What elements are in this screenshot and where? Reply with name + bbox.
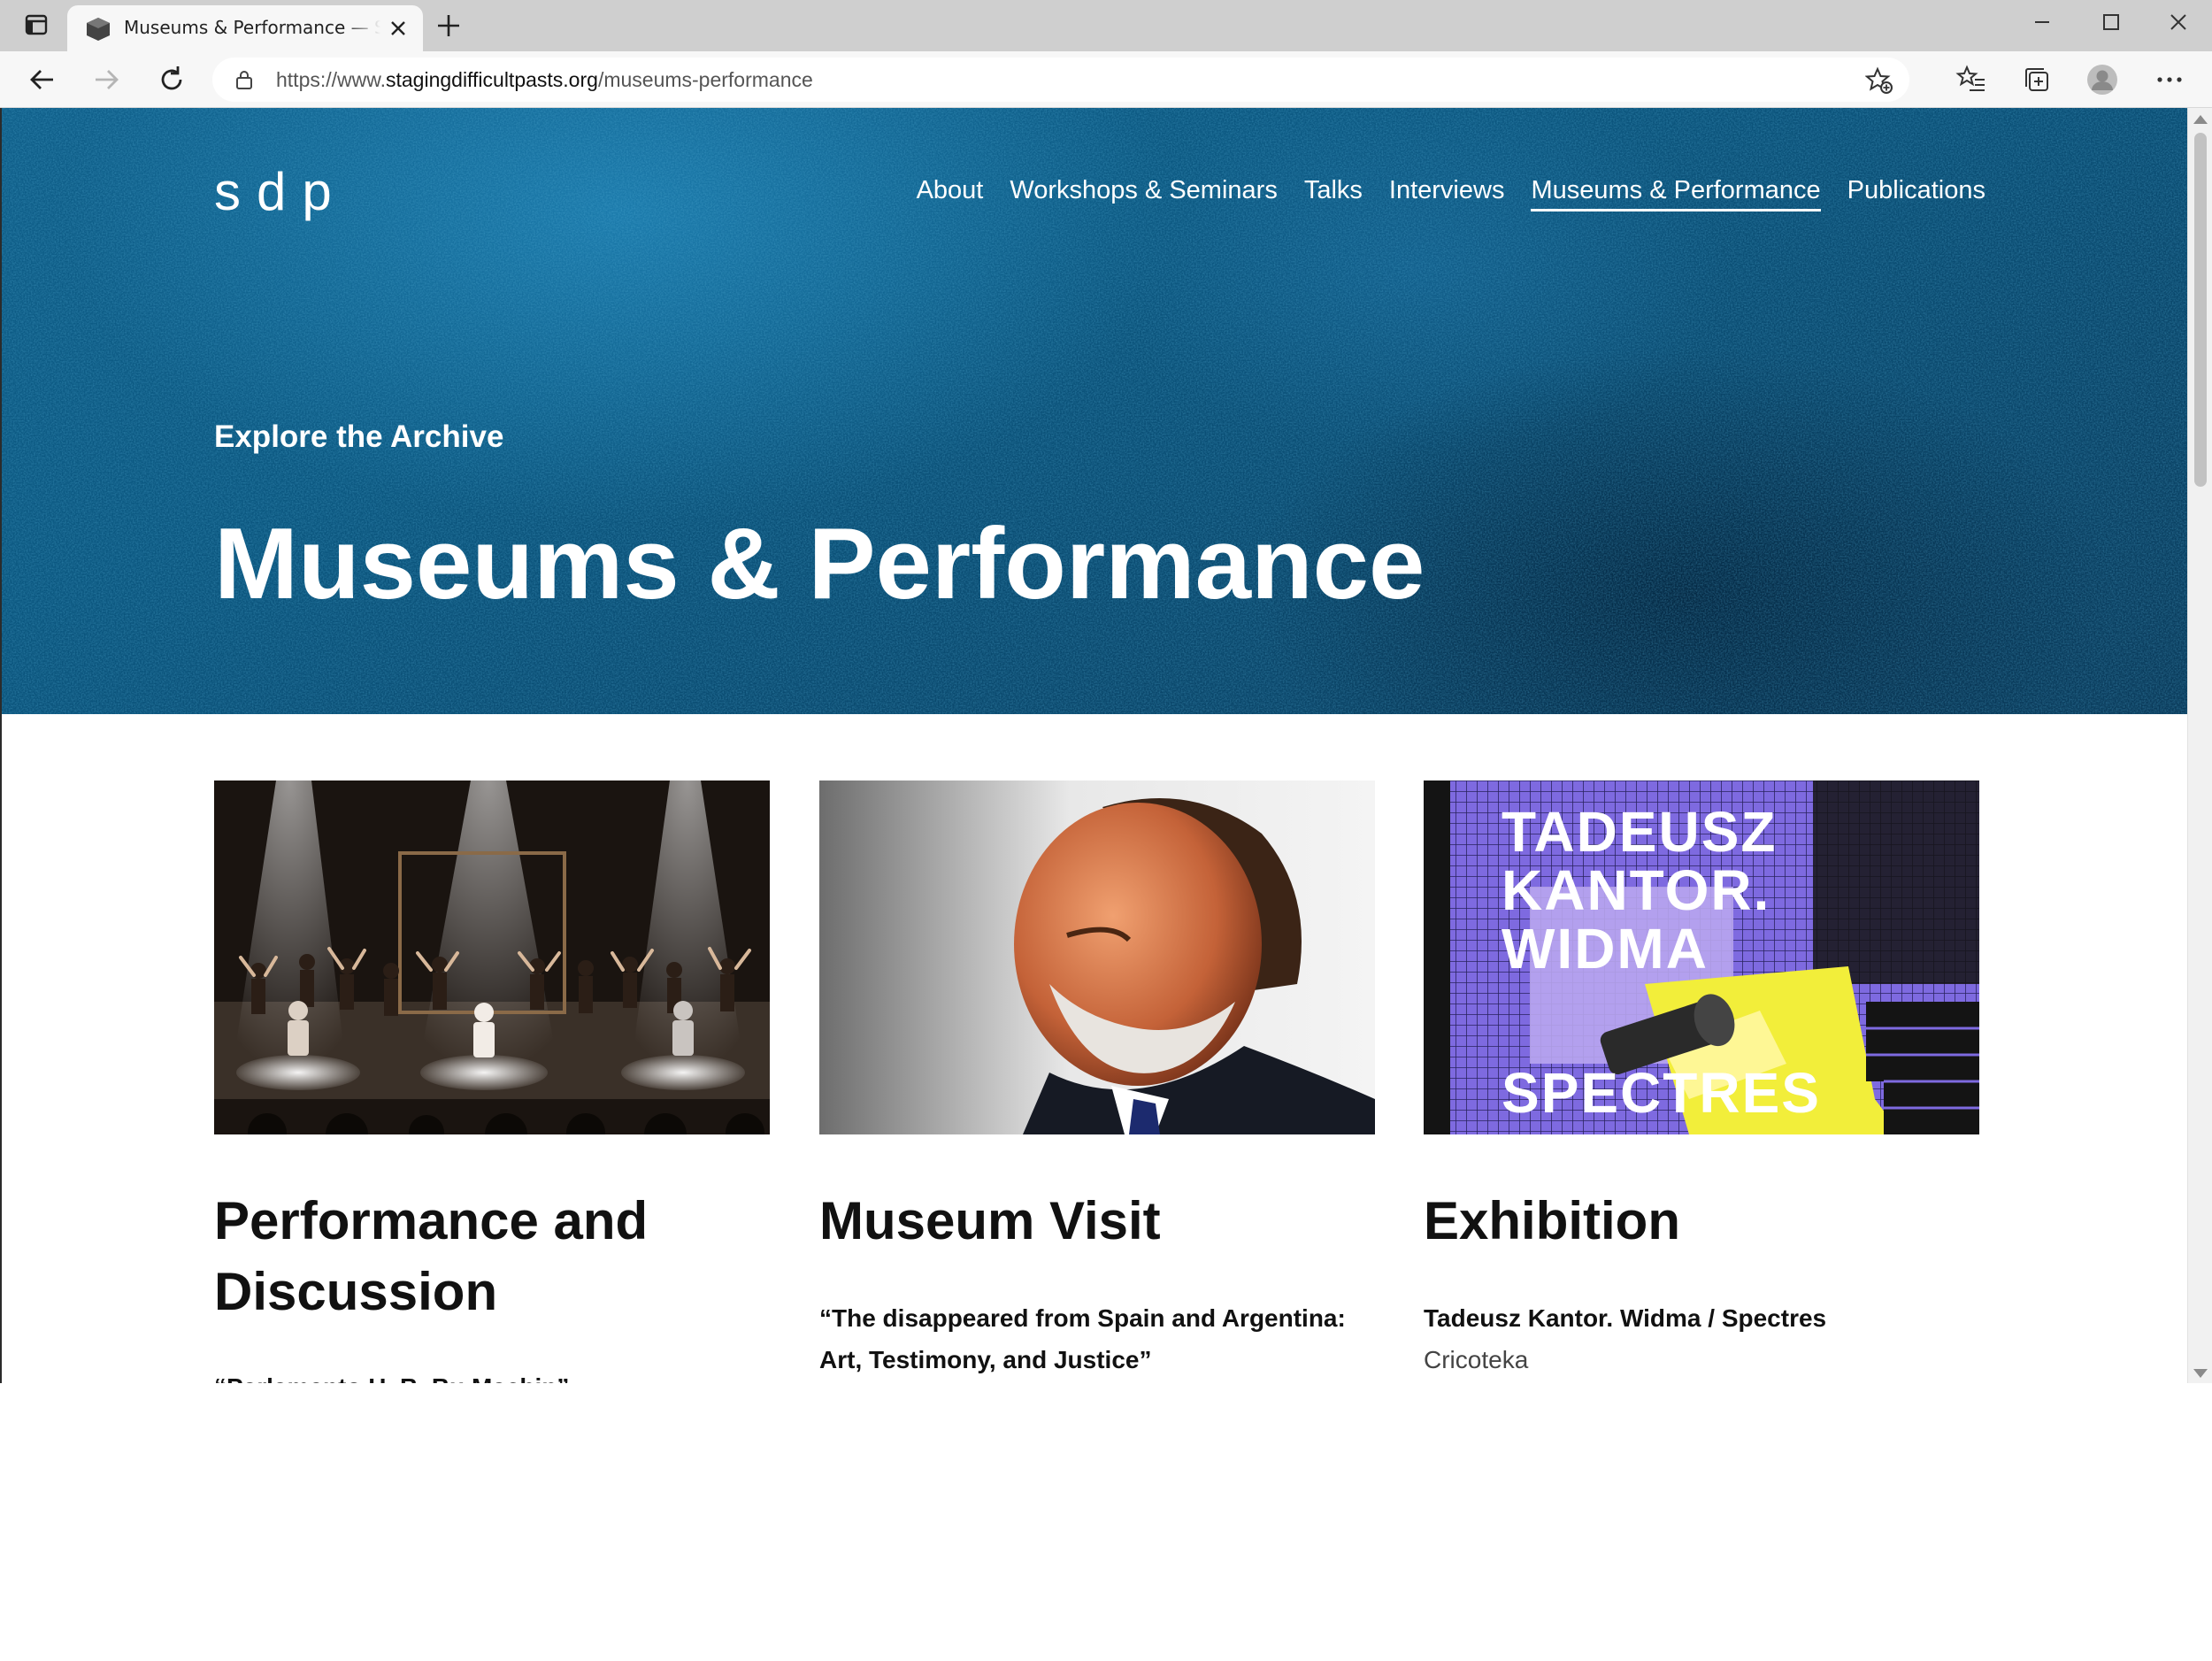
- favorites-icon[interactable]: [1955, 64, 1987, 96]
- url-text[interactable]: https://www.stagingdifficultpasts.org/mu…: [276, 68, 813, 92]
- scroll-up-arrow-icon[interactable]: [2193, 115, 2208, 124]
- card-title[interactable]: Museum Visit: [819, 1186, 1375, 1257]
- url-host: stagingdifficultpasts.org: [385, 68, 598, 91]
- scrollbar-thumb[interactable]: [2194, 133, 2207, 487]
- more-options-icon[interactable]: [2154, 64, 2185, 96]
- poster-line-1: TADEUSZ: [1502, 800, 1777, 864]
- nav-interviews[interactable]: Interviews: [1389, 176, 1505, 211]
- speaker-portrait-photo[interactable]: [819, 781, 1375, 1134]
- card-subtitle: “The disappeared from Spain and Argentin…: [819, 1304, 1346, 1373]
- browser-toolbar: https://www.stagingdifficultpasts.org/mu…: [0, 51, 2212, 108]
- browser-tab-active[interactable]: Museums & Performance — Staging Difficul…: [67, 5, 423, 51]
- reload-icon[interactable]: [154, 62, 189, 97]
- back-arrow-icon[interactable]: [25, 62, 60, 97]
- tab-title: Museums & Performance — Staging Difficul…: [124, 17, 380, 38]
- hero-eyebrow: Explore the Archive: [214, 419, 504, 454]
- browser-tab-bar: Museums & Performance — Staging Difficul…: [0, 0, 2212, 51]
- main-navigation: About Workshops & Seminars Talks Intervi…: [917, 176, 1985, 211]
- address-bar[interactable]: https://www.stagingdifficultpasts.org/mu…: [212, 58, 1909, 102]
- collections-icon[interactable]: [2021, 64, 2053, 96]
- hero-banner: sdp About Workshops & Seminars Talks Int…: [2, 108, 2189, 714]
- page-title: Museums & Performance: [214, 508, 1425, 620]
- nav-publications[interactable]: Publications: [1847, 176, 1985, 211]
- performance-stage-photo[interactable]: [214, 781, 770, 1134]
- url-prefix: https://www.: [276, 68, 386, 91]
- scroll-down-arrow-icon[interactable]: [2193, 1369, 2208, 1378]
- maximize-window-icon[interactable]: [2085, 5, 2138, 39]
- card-museum-visit[interactable]: Museum Visit “The disappeared from Spain…: [819, 781, 1375, 1380]
- kantor-poster-image[interactable]: TADEUSZ KANTOR. WIDMA SPECTRES: [1424, 781, 1979, 1134]
- poster-line-2: KANTOR.: [1502, 858, 1770, 922]
- nav-about[interactable]: About: [917, 176, 984, 211]
- site-favicon-icon: [85, 16, 111, 42]
- minimize-window-icon[interactable]: [2016, 5, 2069, 39]
- close-window-icon[interactable]: [2152, 5, 2205, 39]
- tab-actions-icon[interactable]: [19, 12, 53, 39]
- forward-arrow-icon[interactable]: [88, 62, 124, 97]
- card-title[interactable]: Performance and Discussion: [214, 1186, 770, 1327]
- nav-workshops-seminars[interactable]: Workshops & Seminars: [1010, 176, 1277, 211]
- card-subtitle: “Parlamento H. B. Bu Machin”: [214, 1366, 770, 1383]
- poster-line-3: WIDMA: [1502, 917, 1709, 980]
- nav-talks[interactable]: Talks: [1304, 176, 1363, 211]
- page-viewport: sdp About Workshops & Seminars Talks Int…: [0, 108, 2212, 1383]
- lock-icon[interactable]: [234, 69, 255, 90]
- card-title[interactable]: Exhibition: [1424, 1186, 1979, 1257]
- site-logo[interactable]: sdp: [214, 161, 348, 222]
- card-subtitle: Tadeusz Kantor. Widma / Spectres: [1424, 1304, 1827, 1332]
- add-favorite-star-icon[interactable]: [1864, 66, 1893, 95]
- new-tab-plus-icon[interactable]: [434, 11, 464, 41]
- page-scrollbar[interactable]: [2187, 108, 2212, 1383]
- url-path: /museums-performance: [597, 68, 813, 91]
- poster-line-4: SPECTRES: [1502, 1061, 1821, 1125]
- card-venue: Cricoteka: [1424, 1346, 1529, 1373]
- profile-avatar-icon[interactable]: [2086, 64, 2118, 96]
- nav-museums-performance[interactable]: Museums & Performance: [1531, 176, 1821, 211]
- card-exhibition[interactable]: TADEUSZ KANTOR. WIDMA SPECTRES Exhibitio…: [1424, 781, 1979, 1374]
- close-tab-icon[interactable]: [386, 16, 411, 41]
- card-performance-discussion[interactable]: Performance and Discussion “Parlamento H…: [214, 781, 770, 1383]
